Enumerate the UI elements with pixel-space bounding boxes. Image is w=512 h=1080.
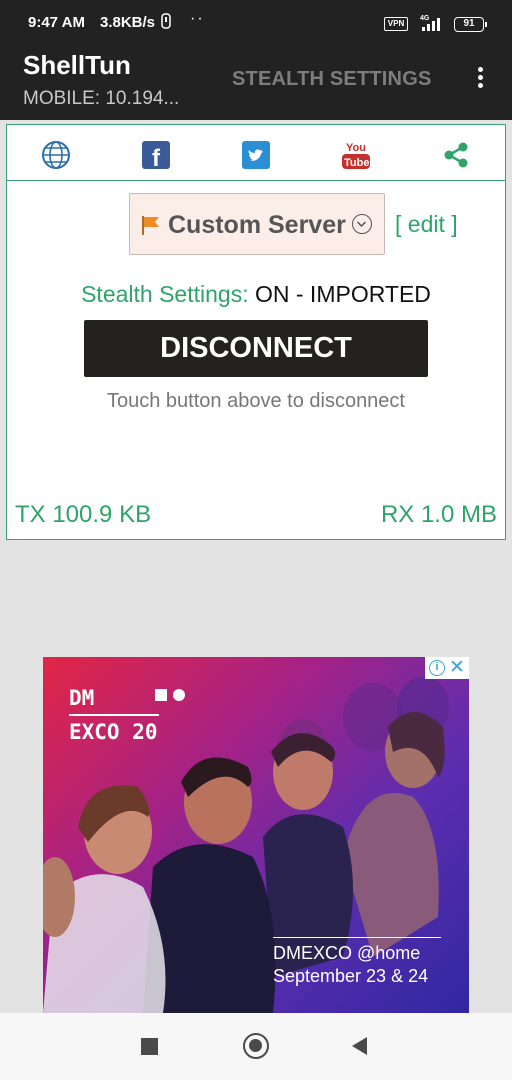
edit-server-link[interactable]: [ edit ]	[395, 211, 458, 238]
ad-brand-logo: DM EXCO 20	[69, 681, 185, 749]
vpn-card: f You Tube Custom Server [edit] Stealt…	[6, 124, 506, 540]
facebook-letter: f	[152, 145, 161, 170]
disconnect-hint: Touch button above to disconnect	[107, 390, 405, 412]
ad-info-icon[interactable]: i	[429, 660, 445, 676]
facebook-icon[interactable]: f	[139, 139, 173, 171]
youtube-top-text: You	[346, 142, 366, 154]
twitter-icon[interactable]	[239, 139, 273, 171]
app-title: ShellTun	[23, 50, 131, 80]
share-icon[interactable]	[439, 139, 473, 171]
flag-icon	[140, 214, 162, 236]
network-type: 4G	[420, 15, 430, 22]
disconnect-button[interactable]: DISCONNECT	[84, 320, 428, 377]
ad-banner[interactable]: DM EXCO 20 DMEXCO @home September 23 & 2…	[43, 657, 469, 1013]
stealth-settings-button[interactable]: STEALTH SETTINGS	[232, 68, 432, 91]
server-selector[interactable]: Custom Server	[129, 193, 385, 255]
status-time: 9:47 AM	[28, 14, 85, 31]
recent-apps-icon[interactable]	[141, 1038, 158, 1055]
battery-indicator: 91	[454, 17, 487, 32]
top-bar: 9:47 AM 3.8KB/s ·· VPN 4G 91 ShellTun MO…	[0, 0, 512, 120]
youtube-bottom-text: Tube	[344, 157, 369, 169]
ad-brand-line2: EXCO 20	[69, 720, 158, 744]
home-icon[interactable]	[243, 1033, 269, 1059]
stealth-status-label: Stealth Settings:	[81, 281, 249, 307]
overflow-menu-icon[interactable]	[470, 64, 490, 94]
ad-divider	[273, 937, 441, 938]
rx-counter: RX 1.0 MB	[380, 501, 497, 528]
app-subtitle: MOBILE: 10.194...	[23, 88, 180, 109]
selected-server-label: Custom Server	[168, 211, 346, 239]
status-bar: 9:47 AM 3.8KB/s ·· VPN 4G 91	[0, 0, 512, 48]
tx-counter: TX 100.9 KB	[15, 501, 152, 528]
system-nav-bar	[0, 1013, 512, 1080]
usb-icon	[160, 13, 172, 32]
ad-tagline-1: DMEXCO @home	[273, 943, 421, 963]
back-icon[interactable]	[352, 1037, 367, 1055]
social-toolbar: f You Tube	[7, 125, 505, 181]
ad-tagline-2: September 23 & 24	[273, 966, 429, 986]
stealth-status-value: ON - IMPORTED	[254, 281, 431, 307]
signal-icon: 4G	[418, 13, 446, 33]
ad-brand-line1: DM	[69, 686, 95, 710]
ad-close-icon[interactable]: ✕	[449, 657, 465, 679]
stealth-status: Stealth Settings: ON - IMPORTED	[7, 281, 505, 308]
status-net-speed: 3.8KB/s	[100, 14, 156, 31]
ad-choices[interactable]: i ✕	[425, 657, 469, 679]
vpn-badge: VPN	[384, 17, 408, 31]
globe-icon[interactable]	[39, 139, 73, 171]
youtube-icon[interactable]: You Tube	[339, 139, 373, 171]
notification-dots-icon: ··	[190, 10, 205, 27]
chevron-down-icon	[352, 214, 372, 234]
